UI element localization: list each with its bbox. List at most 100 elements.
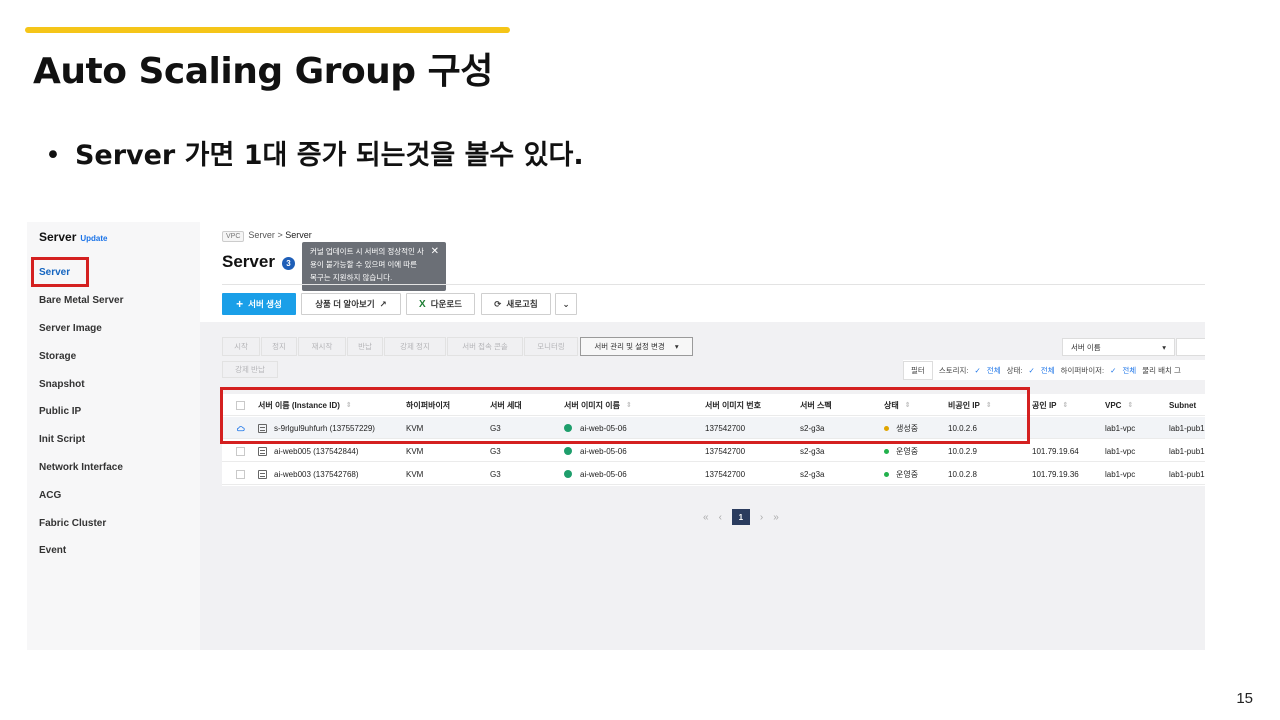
vpc-cell: lab1-vpc (1105, 423, 1136, 433)
subnet-cell: lab1-pub1 (1169, 446, 1205, 456)
console-button[interactable]: 서버 접속 콘솔 (447, 337, 523, 356)
hypervisor-cell: KVM (406, 469, 424, 479)
check-icon: ✓ (1110, 365, 1117, 375)
divider (222, 284, 1205, 285)
status-filter-value[interactable]: 전체 (1041, 365, 1055, 376)
storage-filter-value[interactable]: 전체 (987, 365, 1001, 376)
os-image-icon (564, 470, 572, 478)
sidebar-item-public-ip[interactable]: Public IP (39, 406, 81, 417)
more-menu-button[interactable]: ⌄ (555, 293, 577, 315)
create-server-button[interactable]: + 서버 생성 (222, 293, 296, 315)
chevron-down-icon: ⌄ (562, 298, 570, 309)
breadcrumb-separator: > (277, 230, 283, 240)
table-row[interactable]: ai-web003 (137542768) KVM G3 ai-web-05-0… (222, 463, 1205, 485)
refresh-icon: ⟳ (494, 298, 502, 309)
current-page-button[interactable]: 1 (731, 509, 750, 525)
row-checkbox[interactable] (236, 463, 245, 485)
force-stop-button[interactable]: 강제 정지 (384, 337, 446, 356)
tooltip-text: 커널 업데이트 시 서버의 정상적인 사용이 불가능할 수 있으며 이에 따른 … (310, 247, 424, 282)
first-page-icon[interactable]: « (703, 512, 709, 523)
download-button[interactable]: X 다운로드 (406, 293, 475, 315)
slide-title: Auto Scaling Group 구성 (33, 51, 493, 92)
subnet-cell: lab1-pub1 (1169, 469, 1205, 479)
vpc-tag: VPC (222, 231, 245, 242)
external-link-icon: ↗ (379, 298, 387, 309)
generation-cell: G3 (490, 469, 501, 479)
sidebar: Server Update Server Bare Metal Server Se… (27, 222, 200, 650)
sidebar-item-bare-metal[interactable]: Bare Metal Server (39, 295, 124, 306)
breadcrumb: VPC Server > Server (222, 230, 312, 242)
image-number-cell: 137542700 (705, 469, 746, 479)
monitoring-button[interactable]: 모니터링 (524, 337, 578, 356)
image-cell: ai-web-05-06 (564, 463, 627, 485)
col-vpc[interactable]: VPC ⇕ (1105, 394, 1133, 416)
sidebar-item-network-interface[interactable]: Network Interface (39, 462, 123, 473)
highlight-box-sidebar (31, 257, 89, 287)
update-badge[interactable]: Update (80, 234, 107, 243)
hypervisor-filter-label: 하이퍼바이저: (1060, 365, 1105, 375)
check-icon: ✓ (1028, 365, 1035, 375)
hypervisor-filter-value[interactable]: 전체 (1122, 365, 1136, 376)
caret-down-icon: ▾ (674, 342, 679, 351)
search-input[interactable] (1176, 338, 1205, 356)
sort-icon: ⇕ (1062, 402, 1069, 409)
sidebar-title: Server Update (39, 230, 108, 244)
placement-filter-label: 물리 배치 그 (1142, 365, 1181, 375)
page-title: Server (222, 252, 275, 271)
sidebar-item-acg[interactable]: ACG (39, 490, 61, 501)
sidebar-item-event[interactable]: Event (39, 545, 66, 556)
prev-page-icon[interactable]: ‹ (719, 512, 722, 523)
close-icon[interactable]: ✕ (431, 245, 439, 258)
status-dot (884, 448, 889, 454)
subnet-cell: lab1-pub1 (1169, 423, 1205, 433)
check-icon: ✓ (974, 365, 981, 375)
bullet-text: Server 가면 1대 증가 되는것을 볼수 있다. (74, 140, 584, 171)
server-count-badge: 3 (282, 257, 295, 270)
vpc-cell: lab1-vpc (1105, 469, 1136, 479)
start-button[interactable]: 시작 (222, 337, 260, 356)
os-image-icon (564, 447, 572, 455)
col-public-ip[interactable]: 공인 IP ⇕ (1032, 394, 1068, 416)
breadcrumb-parent[interactable]: Server (248, 230, 275, 240)
next-page-icon[interactable]: › (760, 512, 763, 523)
sidebar-item-server-image[interactable]: Server Image (39, 323, 102, 334)
server-name-cell[interactable]: ai-web003 (137542768) (258, 463, 359, 485)
spec-cell: s2-g3a (800, 469, 825, 479)
pagination: « ‹ 1 › » (703, 509, 779, 525)
excel-icon: X (419, 298, 426, 310)
page-number: 15 (1236, 690, 1253, 707)
refresh-button[interactable]: ⟳ 새로고침 (481, 293, 551, 315)
sidebar-item-fabric-cluster[interactable]: Fabric Cluster (39, 518, 106, 529)
return-button[interactable]: 반납 (347, 337, 383, 356)
server-manage-dropdown[interactable]: 서버 관리 및 설정 변경 ▾ (580, 337, 693, 356)
restart-button[interactable]: 재시작 (298, 337, 346, 356)
learn-more-button[interactable]: 상품 더 알아보기 ↗ (301, 293, 401, 315)
plus-icon: + (236, 297, 244, 311)
public-ip-cell: 101.79.19.36 (1032, 469, 1079, 479)
status-dot (884, 471, 889, 477)
title-accent-bar (25, 27, 510, 33)
filter-button[interactable]: 필터 (903, 360, 933, 380)
force-return-button[interactable]: 강제 반납 (222, 361, 278, 378)
slide-bullet: • Server 가면 1대 증가 되는것을 볼수 있다. (45, 140, 584, 171)
sidebar-item-snapshot[interactable]: Snapshot (39, 379, 85, 390)
server-icon (258, 446, 267, 456)
storage-filter-label: 스토리지: (938, 365, 969, 375)
breadcrumb-current: Server (285, 230, 312, 240)
server-icon (258, 469, 267, 479)
private-ip-cell: 10.0.2.8 (948, 469, 977, 479)
stop-button[interactable]: 정지 (261, 337, 297, 356)
vpc-cell: lab1-vpc (1105, 446, 1136, 456)
console-screenshot: Server Update Server Bare Metal Server Se… (27, 222, 1205, 650)
status-cell: 운영중 (884, 463, 918, 485)
sort-icon: ⇕ (1127, 402, 1134, 409)
sidebar-item-storage[interactable]: Storage (39, 351, 76, 362)
status-filter-label: 상태: (1006, 365, 1023, 375)
search-field-select[interactable]: 서버 이름 ▾ (1062, 338, 1175, 356)
caret-down-icon: ▾ (1162, 342, 1166, 352)
public-ip-cell: 101.79.19.64 (1032, 446, 1079, 456)
last-page-icon[interactable]: » (773, 512, 779, 523)
sidebar-item-init-script[interactable]: Init Script (39, 434, 85, 445)
highlight-box-table (220, 387, 1030, 444)
filter-bar: 필터 스토리지: ✓ 전체 상태: ✓ 전체 하이퍼바이저: ✓ 전체 물리 배… (903, 360, 1205, 380)
